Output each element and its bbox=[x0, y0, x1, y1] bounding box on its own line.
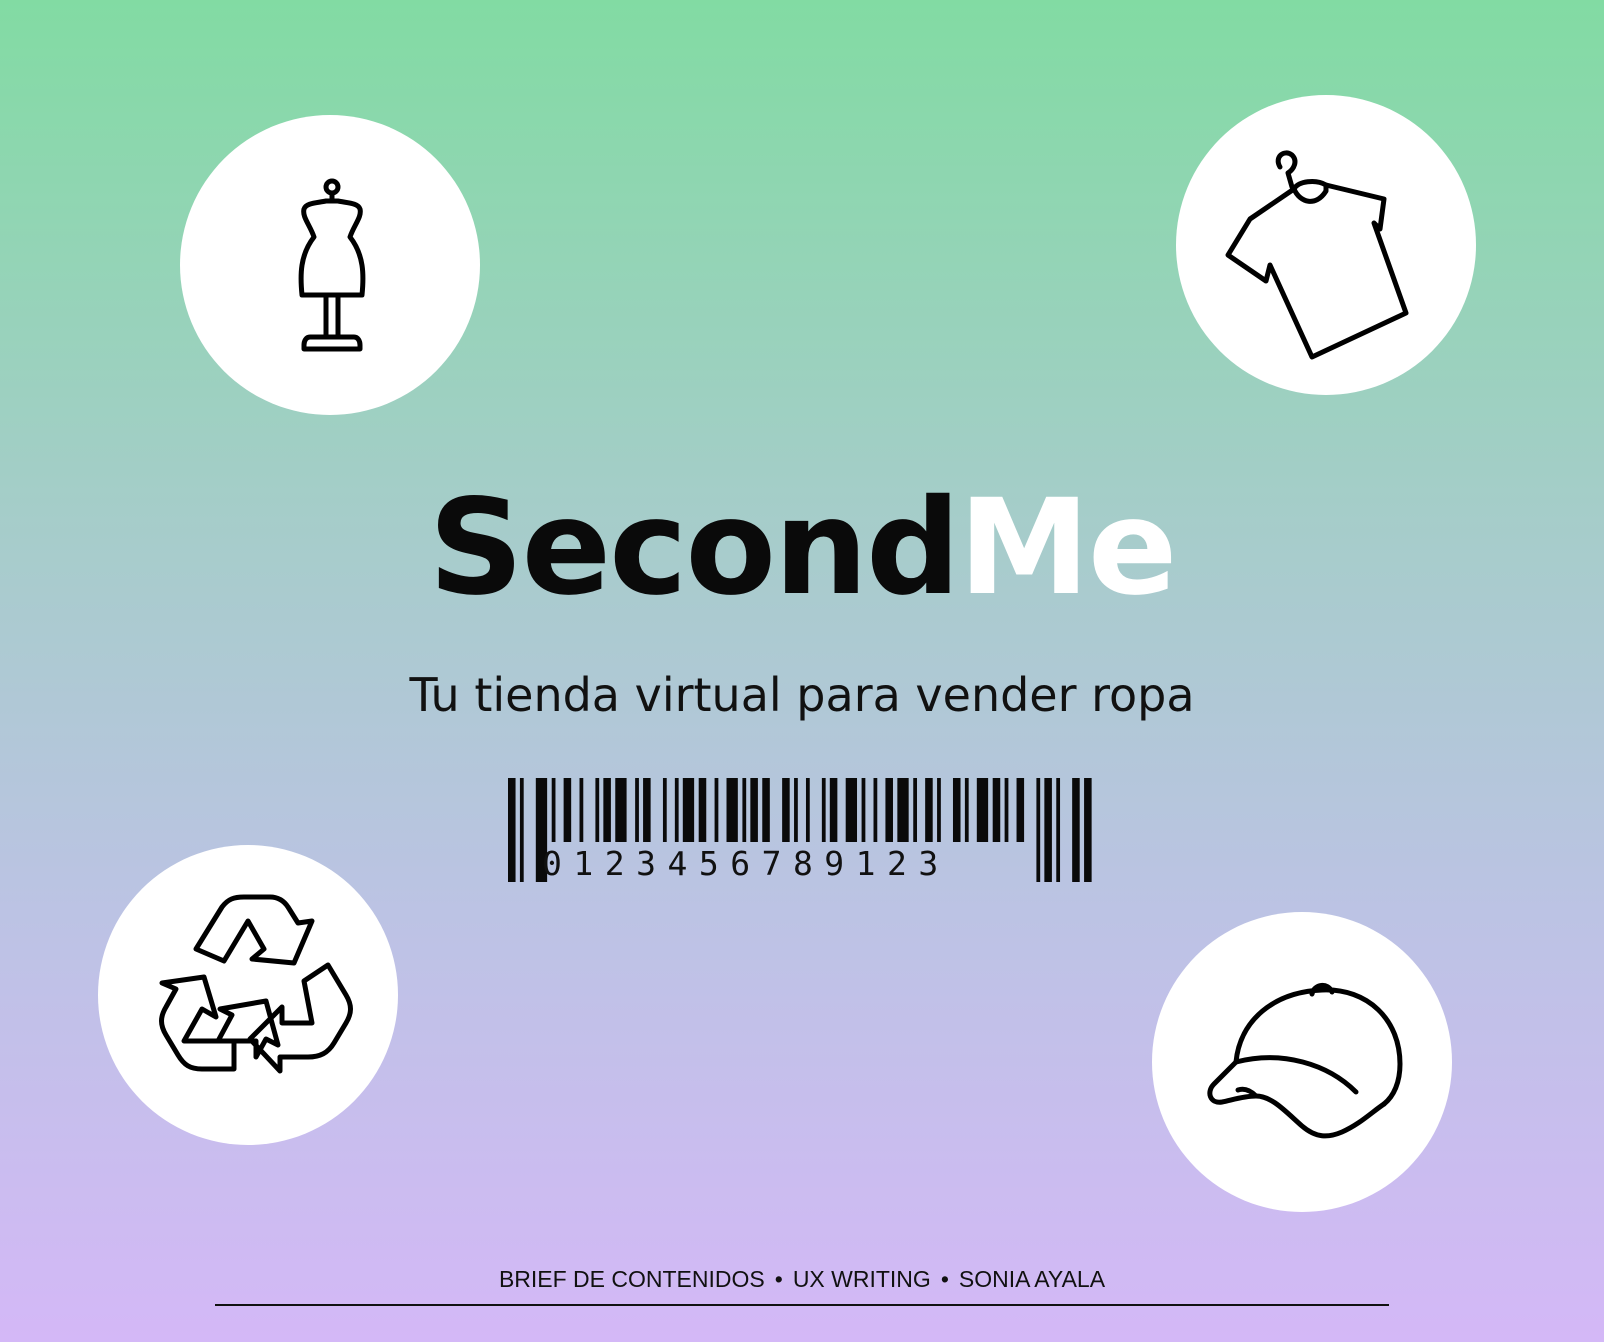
barcode-bar bbox=[873, 778, 878, 842]
barcode-bar bbox=[595, 778, 600, 842]
barcode-bar bbox=[913, 778, 918, 842]
barcode-bar bbox=[682, 778, 695, 842]
recycle-icon bbox=[159, 894, 353, 1074]
barcode-bar bbox=[964, 778, 969, 842]
dress-form-icon bbox=[298, 178, 366, 352]
barcode-bar bbox=[885, 778, 893, 842]
barcode-bar bbox=[579, 778, 584, 842]
barcode-bar bbox=[805, 778, 810, 842]
baseball-cap-icon bbox=[1207, 983, 1403, 1139]
brand-title: SecondMe bbox=[0, 482, 1604, 614]
barcode-bar bbox=[662, 778, 667, 842]
barcode-bar bbox=[519, 778, 524, 882]
barcode-bar bbox=[992, 778, 1001, 842]
barcode-bar bbox=[1016, 778, 1025, 842]
barcode-bar bbox=[643, 778, 651, 842]
barcode-bar bbox=[742, 778, 747, 842]
brand-title-part-2: Me bbox=[958, 471, 1178, 625]
barcode-bar bbox=[750, 778, 758, 842]
barcode-bar bbox=[937, 778, 941, 842]
barcode-bar bbox=[1036, 778, 1041, 882]
barcode-bar bbox=[603, 778, 611, 842]
barcode-bar bbox=[635, 778, 639, 842]
cover-page: SecondMe Tu tienda virtual para vender r… bbox=[0, 0, 1604, 1342]
footer-separator: • bbox=[774, 1266, 783, 1292]
barcode-bar bbox=[976, 778, 989, 842]
barcode-bar bbox=[782, 778, 790, 842]
barcode-bar bbox=[925, 778, 933, 842]
barcode-bar bbox=[1056, 778, 1061, 882]
mannequin-badge bbox=[180, 115, 480, 415]
barcode-bar bbox=[794, 778, 798, 842]
barcode-bar bbox=[861, 778, 866, 842]
barcode-bar bbox=[952, 778, 961, 842]
barcode-bar bbox=[897, 778, 909, 842]
footer-separator: • bbox=[940, 1266, 949, 1292]
barcode-bar bbox=[674, 778, 679, 842]
barcode-bar bbox=[821, 778, 826, 842]
barcode-bar bbox=[1044, 778, 1052, 882]
barcode-bar bbox=[615, 778, 627, 842]
barcode-bar bbox=[1084, 778, 1092, 882]
barcode-bar bbox=[1004, 778, 1009, 842]
barcode-bar bbox=[714, 778, 719, 842]
cap-badge bbox=[1152, 912, 1452, 1212]
barcode-bar bbox=[563, 778, 572, 842]
barcode-bar bbox=[845, 778, 858, 842]
footer-divider bbox=[215, 1304, 1389, 1306]
footer-item-author: SONIA AYALA bbox=[958, 1266, 1106, 1292]
barcode-bar bbox=[551, 778, 556, 842]
barcode-bar bbox=[829, 778, 838, 842]
barcode-bar bbox=[762, 778, 770, 842]
recycle-badge bbox=[98, 845, 398, 1145]
barcode-bar bbox=[726, 778, 738, 842]
shirt-on-hanger-icon bbox=[1225, 150, 1409, 360]
barcode-bar bbox=[508, 778, 516, 882]
brand-title-part-1: Second bbox=[428, 471, 961, 625]
footer-item-brief: BRIEF DE CONTENIDOS bbox=[498, 1266, 765, 1292]
footer-item-ux-writing: UX WRITING bbox=[792, 1266, 931, 1292]
barcode-bar bbox=[698, 778, 707, 842]
barcode-bar bbox=[1072, 778, 1080, 882]
tagline: Tu tienda virtual para vender ropa bbox=[409, 668, 1195, 722]
barcode-number: 0123456789123 bbox=[542, 844, 950, 883]
footer-credits: BRIEF DE CONTENIDOS • UX WRITING • SONIA AYA… bbox=[0, 1265, 1604, 1293]
shirt-badge bbox=[1176, 95, 1476, 395]
